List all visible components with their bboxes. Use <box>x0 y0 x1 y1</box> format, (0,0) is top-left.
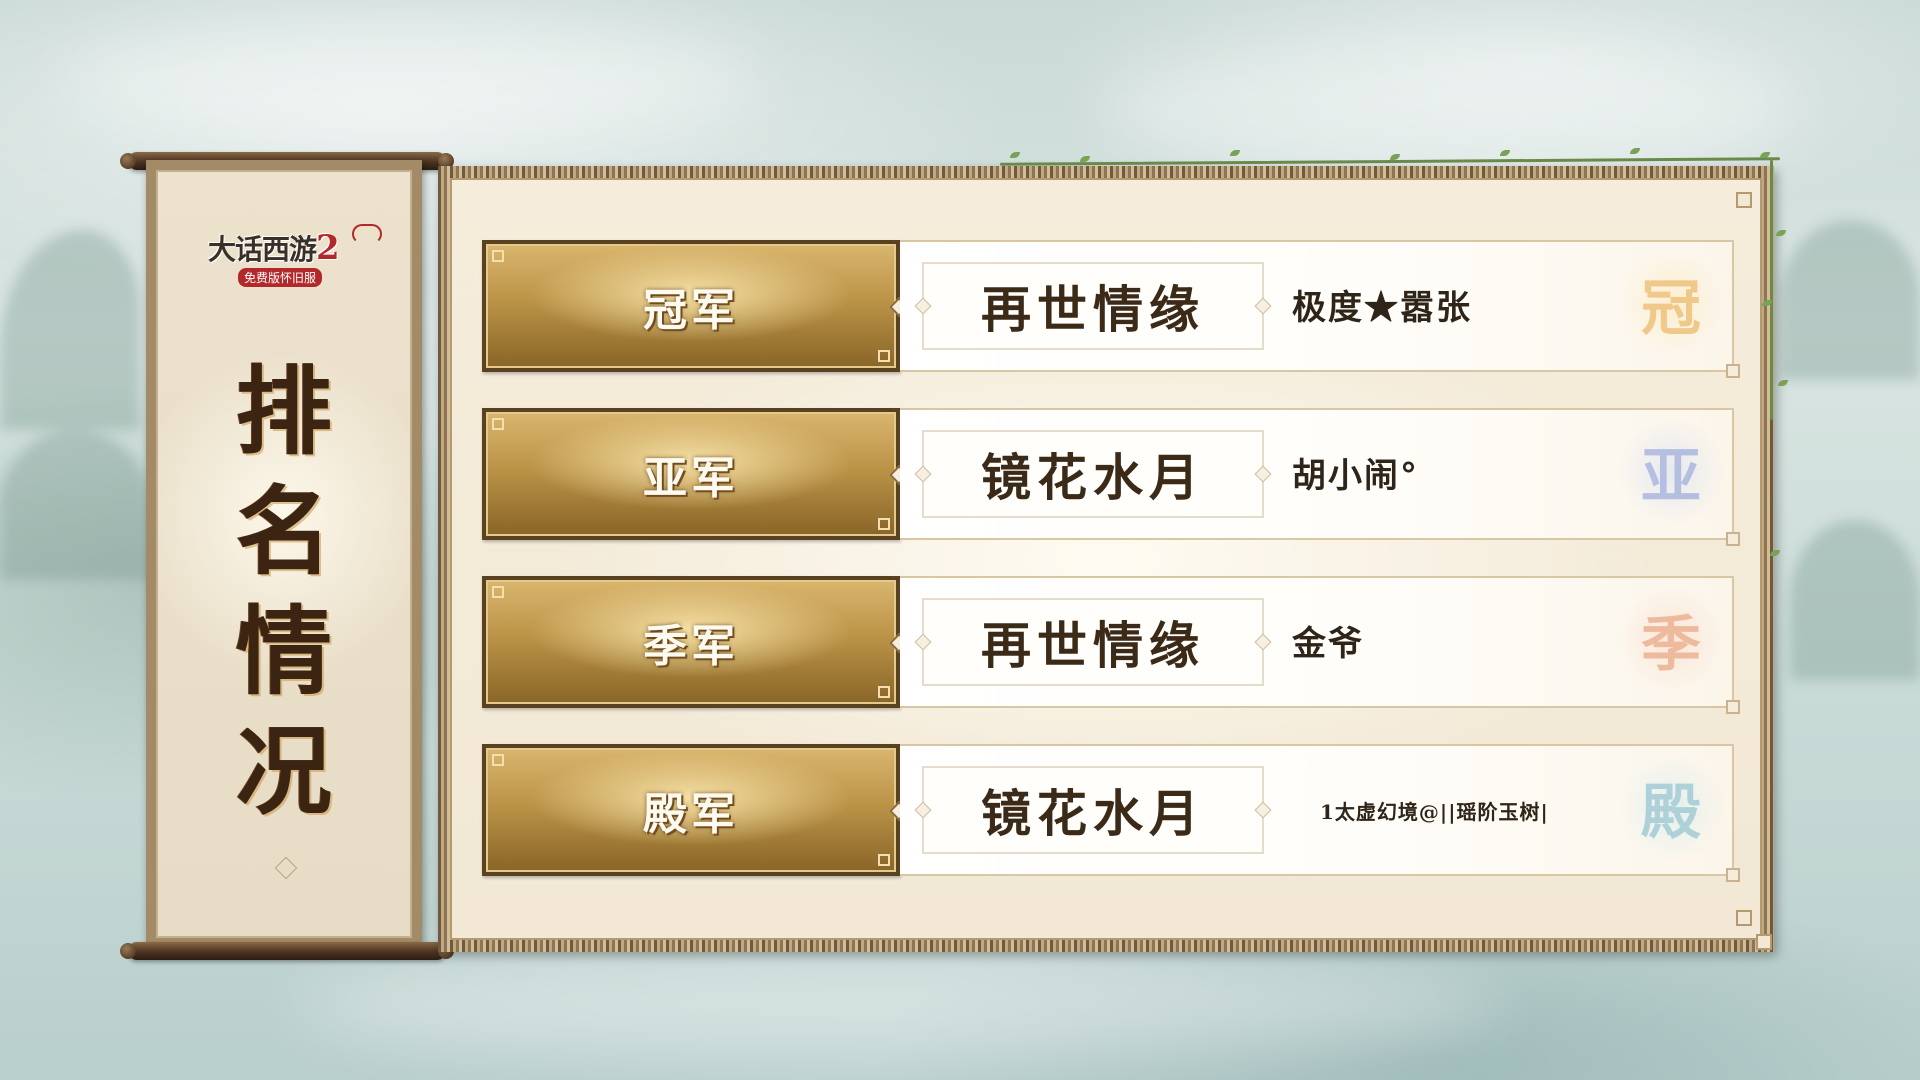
cloud-icon <box>352 224 382 244</box>
rank-plate: 冠军 <box>482 240 909 372</box>
ranking-info: 镜花水月 1太虚幻境@||瑶阶玉树| 殿 <box>900 744 1740 882</box>
corner-ornament-icon <box>1736 192 1752 208</box>
rank-seal-icon: 季 <box>1616 584 1726 694</box>
rank-plate-inner: 亚军 <box>486 412 896 536</box>
team-name: 镜花水月 <box>981 448 1205 507</box>
leaf-icon <box>1770 550 1780 556</box>
page-title-char: 名 <box>236 475 332 588</box>
page-title-char: 排 <box>236 355 332 468</box>
vine-decoration <box>1770 160 1773 420</box>
rank-seal-icon: 冠 <box>1616 248 1726 358</box>
diamond-ornament-icon <box>1254 801 1272 819</box>
player-name: 1太虚幻境@||瑶阶玉树| <box>1320 800 1549 824</box>
team-name-box: 镜花水月 <box>914 430 1272 518</box>
leaf-icon <box>1080 156 1090 162</box>
team-name-box: 镜花水月 <box>914 766 1272 854</box>
logo-subtitle: 免费版怀旧服 <box>238 268 323 287</box>
background-mist <box>300 950 1500 1060</box>
team-name: 再世情缘 <box>981 616 1205 675</box>
corner-ornament-icon <box>1736 910 1752 926</box>
diamond-ornament-icon <box>1254 297 1272 315</box>
team-name: 再世情缘 <box>981 280 1205 339</box>
diamond-ornament-icon <box>914 297 932 315</box>
game-logo: 大话西游2 免费版怀旧服 <box>208 224 386 288</box>
rank-label: 亚军 <box>643 453 739 504</box>
ranking-row-runner-up: 亚军 镜花水月 胡小闹° 亚 <box>482 408 1740 546</box>
diamond-ornament-icon <box>274 856 298 880</box>
ranking-info: 再世情缘 极度★嚣张 冠 <box>900 240 1740 378</box>
logo-title: 大话西游2 <box>208 228 340 268</box>
ranking-info: 再世情缘 金爷 季 <box>900 576 1740 714</box>
ranking-row-fourth: 殿军 镜花水月 1太虚幻境@||瑶阶玉树| 殿 <box>482 744 1740 882</box>
diamond-ornament-icon <box>1254 633 1272 651</box>
background-mist <box>60 20 760 140</box>
rank-label: 殿军 <box>643 789 739 840</box>
rank-plate: 季军 <box>482 576 909 708</box>
ranking-row-champion: 冠军 再世情缘 极度★嚣张 冠 <box>482 240 1740 378</box>
ranking-row-third: 季军 再世情缘 金爷 季 <box>482 576 1740 714</box>
ranking-info: 镜花水月 胡小闹° 亚 <box>900 408 1740 546</box>
scroll-bottom-rod <box>120 942 454 960</box>
team-name-box: 再世情缘 <box>914 262 1272 350</box>
diamond-ornament-icon <box>1254 465 1272 483</box>
background-hill <box>0 230 140 430</box>
diamond-ornament-icon <box>914 465 932 483</box>
page-title-char: 情 <box>236 595 332 708</box>
ranking-panel: 冠军 再世情缘 极度★嚣张 冠 亚军 镜花水月 胡小闹° 亚 季军 再世情缘 金… <box>438 166 1774 952</box>
background-hill <box>0 430 150 580</box>
leaf-icon <box>1776 230 1786 236</box>
ranking-panel-inner: 冠军 再世情缘 极度★嚣张 冠 亚军 镜花水月 胡小闹° 亚 季军 再世情缘 金… <box>450 178 1762 940</box>
logo-number: 2 <box>316 228 340 268</box>
title-scroll: 大话西游2 免费版怀旧服 排 名 情 况 <box>146 160 422 948</box>
scroll-paper: 大话西游2 免费版怀旧服 排 名 情 况 <box>156 170 412 938</box>
rank-plate-inner: 季军 <box>486 580 896 704</box>
rank-plate: 亚军 <box>482 408 909 540</box>
page-title-char: 况 <box>236 715 332 828</box>
diamond-ornament-icon <box>914 801 932 819</box>
rank-plate-inner: 冠军 <box>486 244 896 368</box>
team-name-box: 再世情缘 <box>914 598 1272 686</box>
background-hill <box>1790 520 1920 680</box>
player-name: 极度★嚣张 <box>1292 288 1472 328</box>
team-name: 镜花水月 <box>981 784 1205 843</box>
background-hill <box>1780 220 1920 380</box>
rank-plate: 殿军 <box>482 744 909 876</box>
rank-seal-icon: 殿 <box>1616 752 1726 862</box>
rank-plate-inner: 殿军 <box>486 748 896 872</box>
diamond-ornament-icon <box>914 633 932 651</box>
rank-seal-icon: 亚 <box>1616 416 1726 526</box>
player-name: 胡小闹° <box>1292 456 1419 496</box>
page-title: 排 名 情 况 <box>158 352 410 832</box>
leaf-icon <box>1778 380 1788 386</box>
logo-title-text: 大话西游 <box>208 233 317 266</box>
leaf-icon <box>1010 152 1020 158</box>
corner-ornament-icon <box>1756 934 1772 950</box>
rank-label: 冠军 <box>643 285 739 336</box>
rank-label: 季军 <box>643 621 739 672</box>
player-name: 金爷 <box>1292 624 1364 664</box>
